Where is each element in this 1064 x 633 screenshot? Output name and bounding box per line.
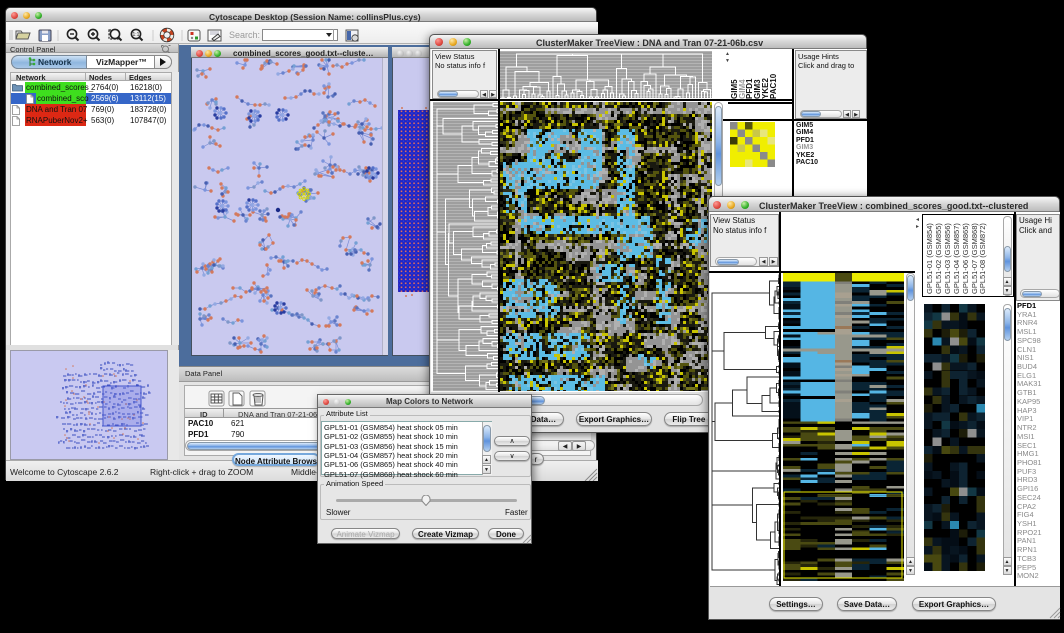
- svg-text:1:1: 1:1: [133, 32, 140, 38]
